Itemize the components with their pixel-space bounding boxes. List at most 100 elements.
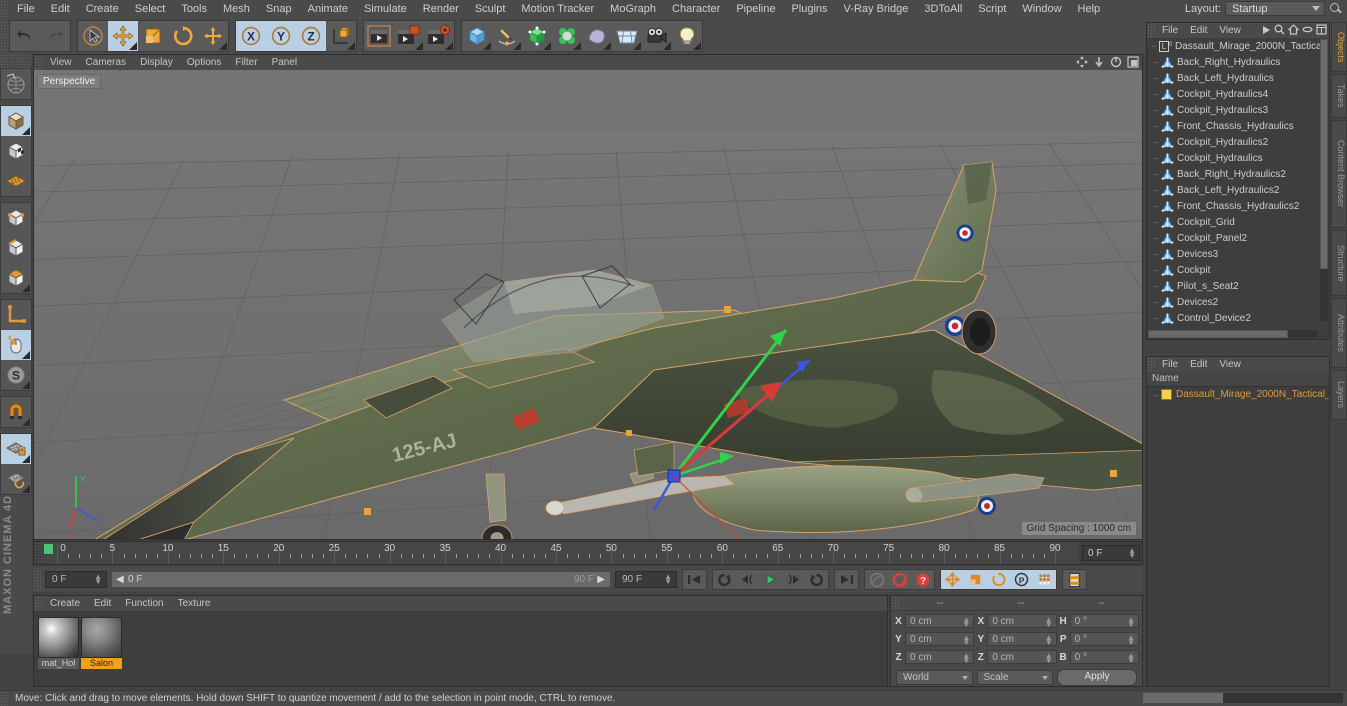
snap-toggle[interactable] bbox=[1, 397, 31, 427]
enable-axis-mode[interactable] bbox=[1, 330, 31, 360]
size-x-field[interactable]: 0 cm▲▼ bbox=[987, 614, 1056, 628]
axis-modify-mode[interactable] bbox=[1, 300, 31, 330]
attributes-menu-edit[interactable]: Edit bbox=[1184, 357, 1213, 372]
search-icon[interactable] bbox=[1329, 2, 1343, 16]
loop-button[interactable] bbox=[713, 570, 736, 589]
menu-window[interactable]: Window bbox=[1014, 0, 1069, 18]
menu-edit[interactable]: Edit bbox=[43, 0, 78, 18]
polygon-mode[interactable] bbox=[1, 263, 31, 293]
object-tree-item[interactable]: –Pilot_s_Seat2 bbox=[1147, 278, 1329, 294]
attributes-grip[interactable] bbox=[1147, 357, 1156, 372]
edge-mode[interactable] bbox=[1, 233, 31, 263]
zoom-icon[interactable] bbox=[1093, 56, 1105, 68]
material-preview[interactable] bbox=[81, 617, 122, 658]
lock-workplane[interactable] bbox=[1, 434, 31, 464]
scrollbar-thumb[interactable] bbox=[1143, 693, 1223, 703]
maximize-icon[interactable] bbox=[1127, 56, 1139, 68]
go-to-end-button[interactable] bbox=[835, 570, 858, 589]
stepper-icon[interactable]: ▲▼ bbox=[1128, 548, 1136, 558]
key-scale-button[interactable] bbox=[964, 570, 987, 589]
layer-color-swatch[interactable] bbox=[1161, 389, 1172, 400]
attributes-row[interactable]: –Dassault_Mirage_2000N_Tactical_E bbox=[1147, 387, 1329, 402]
object-tree-item[interactable]: –Back_Right_Hydraulics bbox=[1147, 54, 1329, 70]
key-param-button[interactable]: P bbox=[1010, 570, 1033, 589]
object-tree-item[interactable]: –Devices2 bbox=[1147, 294, 1329, 310]
apply-button[interactable]: Apply bbox=[1057, 669, 1137, 686]
material-name-label[interactable]: Salon bbox=[81, 658, 122, 669]
add-cube-button[interactable] bbox=[462, 21, 492, 51]
object-menu-view[interactable]: View bbox=[1213, 23, 1247, 38]
menubar-grip[interactable] bbox=[0, 0, 9, 18]
object-menu-edit[interactable]: Edit bbox=[1184, 23, 1213, 38]
material-menu-texture[interactable]: Texture bbox=[171, 596, 218, 611]
attributes-menu-file[interactable]: File bbox=[1156, 357, 1184, 372]
render-view-button[interactable] bbox=[364, 21, 394, 51]
menu-snap[interactable]: Snap bbox=[258, 0, 300, 18]
menu-create[interactable]: Create bbox=[78, 0, 127, 18]
vertical-tab-layers[interactable]: Layers bbox=[1331, 370, 1347, 420]
add-deformer-button[interactable] bbox=[552, 21, 582, 51]
stepper-icon[interactable]: ▲▼ bbox=[962, 635, 970, 645]
left-toolbar-grip[interactable] bbox=[0, 54, 30, 68]
lock-y-axis[interactable]: Y bbox=[266, 21, 296, 51]
pos-z-field[interactable]: 0 cm▲▼ bbox=[905, 650, 974, 664]
stepper-icon[interactable]: ▲▼ bbox=[94, 574, 102, 584]
menu-script[interactable]: Script bbox=[970, 0, 1014, 18]
material-grip[interactable] bbox=[34, 596, 43, 611]
add-spline-button[interactable] bbox=[492, 21, 522, 51]
menu-motion-tracker[interactable]: Motion Tracker bbox=[513, 0, 602, 18]
material-menu-edit[interactable]: Edit bbox=[87, 596, 118, 611]
move-tool[interactable] bbox=[108, 21, 138, 51]
size-mode-dropdown[interactable]: Scale bbox=[977, 670, 1054, 685]
viewport-menu-view[interactable]: View bbox=[43, 55, 79, 70]
soft-selection-mode[interactable]: S bbox=[1, 360, 31, 390]
object-list-hscrollbar[interactable] bbox=[1148, 330, 1318, 338]
coordinates-grip[interactable] bbox=[891, 596, 900, 610]
live-selection-tool[interactable] bbox=[78, 21, 108, 51]
lock-z-axis[interactable]: Z bbox=[296, 21, 326, 51]
menu-tools[interactable]: Tools bbox=[173, 0, 215, 18]
object-tree-item[interactable]: –Devices3 bbox=[1147, 246, 1329, 262]
vertical-tab-structure[interactable]: Structure bbox=[1331, 230, 1347, 296]
coord-system-dropdown[interactable]: World bbox=[896, 670, 973, 685]
ellipse-icon[interactable] bbox=[1302, 24, 1313, 35]
object-tree-item[interactable]: –Control_Device2 bbox=[1147, 310, 1329, 326]
vertical-tab-attributes[interactable]: Attributes bbox=[1331, 298, 1347, 368]
object-list-scrollbar[interactable] bbox=[1320, 39, 1328, 321]
menu-character[interactable]: Character bbox=[664, 0, 728, 18]
viewport-menu-display[interactable]: Display bbox=[133, 55, 180, 70]
material-preview[interactable] bbox=[38, 617, 79, 658]
stepper-icon[interactable]: ▲▼ bbox=[1045, 635, 1053, 645]
redo-button[interactable] bbox=[40, 21, 70, 51]
viewport-menu-options[interactable]: Options bbox=[180, 55, 228, 70]
timeline-ruler[interactable]: 051015202530354045505560657075808590 bbox=[43, 542, 1079, 564]
menu-select[interactable]: Select bbox=[127, 0, 174, 18]
rot-b-field[interactable]: 0 °▲▼ bbox=[1070, 650, 1139, 664]
step-back-button[interactable] bbox=[736, 570, 759, 589]
key-rotation-button[interactable] bbox=[987, 570, 1010, 589]
object-tree-item[interactable]: –Front_Chassis_Hydraulics2 bbox=[1147, 198, 1329, 214]
scale-tool[interactable] bbox=[138, 21, 168, 51]
viewport-menu-cameras[interactable]: Cameras bbox=[79, 55, 134, 70]
layout-dropdown[interactable]: Startup bbox=[1225, 1, 1325, 16]
add-light-button[interactable] bbox=[672, 21, 702, 51]
object-tree-item[interactable]: –Front_Chassis_Hydraulics bbox=[1147, 118, 1329, 134]
play-arrow-icon[interactable] bbox=[1262, 25, 1271, 35]
add-scene-button[interactable] bbox=[582, 21, 612, 51]
timeline-layout-button[interactable] bbox=[1063, 570, 1086, 589]
stepper-icon[interactable]: ▲▼ bbox=[1127, 635, 1135, 645]
stepper-icon[interactable]: ▲▼ bbox=[962, 653, 970, 663]
object-manager-grip[interactable] bbox=[1147, 23, 1156, 38]
home-icon[interactable] bbox=[1288, 24, 1299, 35]
object-tree-item[interactable]: –Cockpit_Panel2 bbox=[1147, 230, 1329, 246]
play-reverse-button[interactable] bbox=[805, 570, 828, 589]
step-forward-button[interactable] bbox=[782, 570, 805, 589]
menu-pipeline[interactable]: Pipeline bbox=[728, 0, 783, 18]
render-region-button[interactable] bbox=[394, 21, 424, 51]
search-icon[interactable] bbox=[1274, 24, 1285, 35]
expand-icon[interactable] bbox=[1316, 24, 1327, 35]
current-frame-field[interactable]: 0 F ▲▼ bbox=[45, 571, 107, 588]
statusbar-scrollbar[interactable] bbox=[1143, 693, 1343, 703]
object-tree-item[interactable]: –Back_Left_Hydraulics2 bbox=[1147, 182, 1329, 198]
pos-y-field[interactable]: 0 cm▲▼ bbox=[905, 632, 974, 646]
